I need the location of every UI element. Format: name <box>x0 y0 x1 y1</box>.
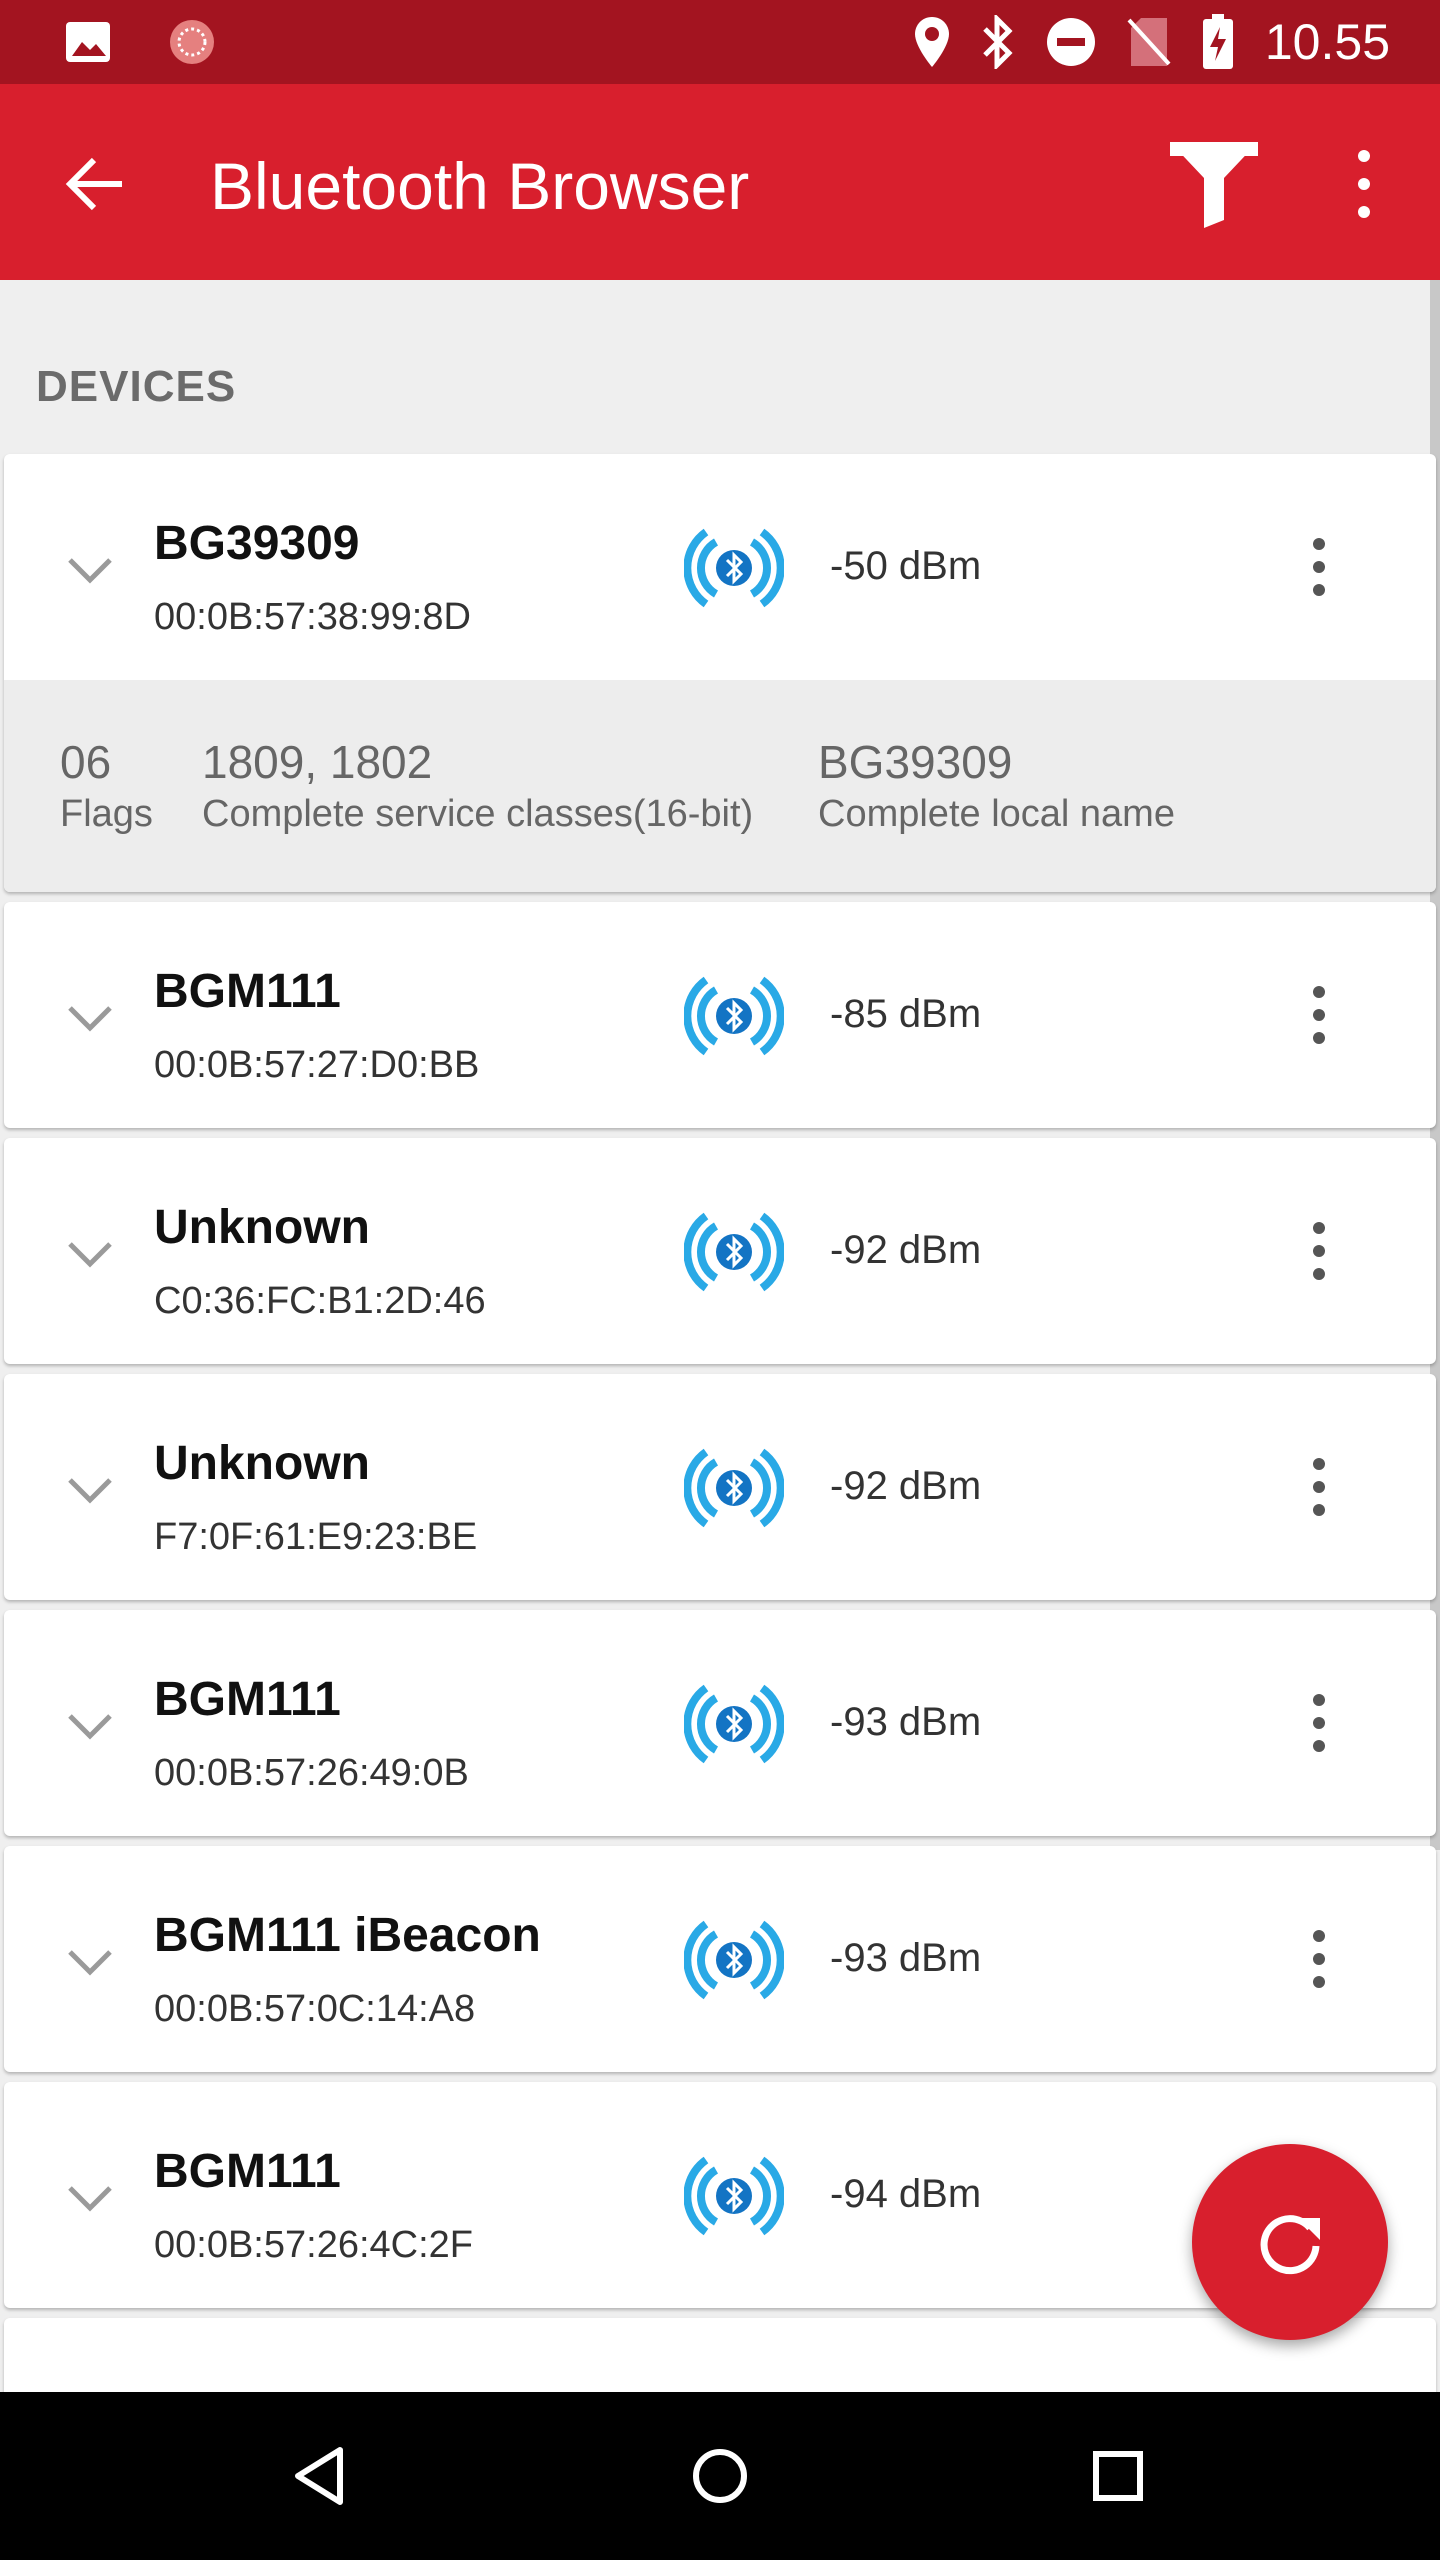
more-vert-icon <box>1294 1222 1344 1290</box>
device-rssi: -92 dBm <box>830 1228 982 1272</box>
device-rssi: -85 dBm <box>830 992 982 1036</box>
device-name: BGM111 <box>154 1673 341 1726</box>
navigation-bar <box>0 2392 1440 2560</box>
device-mac-address: 00:0B:57:0C:14:A8 <box>154 1988 476 2030</box>
more-vert-icon <box>1294 1694 1344 1762</box>
device-card[interactable]: BGM111 00:0B:57:27:D0:BB -85 dBm <box>4 902 1436 1128</box>
chevron-down-icon[interactable] <box>60 988 120 1048</box>
location-icon <box>913 15 951 69</box>
do-not-disturb-icon <box>1045 16 1097 68</box>
filter-button[interactable] <box>1168 136 1260 228</box>
device-name: BGM111 <box>154 965 341 1018</box>
bluetooth-signal-icon <box>683 1438 785 1538</box>
device-row[interactable]: BG39309 00:0B:57:38:99:8D -50 dBm <box>4 454 1436 680</box>
device-row[interactable]: Unknown C0:36:FC:B1:2D:46 -92 dBm <box>4 1138 1436 1364</box>
overflow-menu-button[interactable] <box>1336 144 1392 224</box>
device-card[interactable]: BG39309 00:0B:57:38:99:8D -50 dBm 06 Flags 18… <box>4 454 1436 892</box>
device-rssi: -93 dBm <box>830 1936 982 1980</box>
device-mac-address: 00:0B:57:26:4C:2F <box>154 2224 473 2266</box>
chevron-down-icon[interactable] <box>60 1460 120 1520</box>
device-name: Unknown <box>154 1201 370 1254</box>
device-name: BGM111 <box>154 2145 341 2198</box>
device-list-container[interactable]: DEVICES BG39309 00:0B:57:38:99:8D -50 dBm 0… <box>0 280 1440 2392</box>
device-mac-address: 00:0B:57:27:D0:BB <box>154 1044 480 1086</box>
status-time: 10.55 <box>1264 14 1390 70</box>
gallery-icon <box>64 20 112 64</box>
advertisement-label: Complete service classes(16-bit) <box>202 793 754 835</box>
device-name: BGM111 iBeacon <box>154 1909 541 1962</box>
device-mac-address: F7:0F:61:E9:23:BE <box>154 1516 478 1558</box>
device-rssi: -94 dBm <box>830 2172 982 2216</box>
device-rssi: -92 dBm <box>830 1464 982 1508</box>
device-mac-address: 00:0B:57:26:49:0B <box>154 1752 469 1794</box>
page-title: Bluetooth Browser <box>210 149 750 223</box>
chevron-down-icon[interactable] <box>60 1224 120 1284</box>
device-card[interactable]: BGM111 iBeacon 00:0B:57:0C:14:A8 -93 dBm <box>4 1846 1436 2072</box>
section-title: DEVICES <box>36 362 237 411</box>
device-name: BG39309 <box>154 517 360 570</box>
more-vert-icon <box>1358 150 1370 218</box>
advertisement-field: 1809, 1802 Complete service classes(16-bi… <box>202 734 753 838</box>
device-row[interactable]: BGM111 iBeacon 00:0B:57:0C:14:A8 -93 dBm <box>4 1846 1436 2072</box>
bluetooth-signal-icon <box>683 1910 785 2010</box>
home-circle-icon <box>693 2449 747 2503</box>
nav-recents-button[interactable] <box>1078 2436 1158 2516</box>
filter-icon <box>1170 142 1258 228</box>
more-vert-icon <box>1294 1930 1344 1998</box>
back-button[interactable] <box>60 148 132 220</box>
device-rssi: -93 dBm <box>830 1700 982 1744</box>
bluetooth-icon <box>981 15 1015 69</box>
nav-home-button[interactable] <box>680 2436 760 2516</box>
nav-back-button[interactable] <box>282 2436 362 2516</box>
advertisement-details: 06 Flags 1809, 1802 Complete service classe… <box>4 680 1436 892</box>
device-mac-address: C0:36:FC:B1:2D:46 <box>154 1280 486 1322</box>
device-row[interactable]: BGM111 00:0B:57:27:D0:BB -85 dBm <box>4 902 1436 1128</box>
device-more-button[interactable] <box>1294 1688 1344 1758</box>
battery-charging-icon <box>1201 13 1235 71</box>
chevron-down-icon[interactable] <box>60 1932 120 1992</box>
chevron-down-icon[interactable] <box>60 1696 120 1756</box>
advertisement-value: 1809, 1802 <box>202 736 433 788</box>
advertisement-value: BG39309 <box>818 736 1013 788</box>
back-triangle-icon <box>295 2447 343 2505</box>
bluetooth-signal-icon <box>683 1202 785 1302</box>
device-card[interactable]: Unknown C0:36:FC:B1:2D:46 -92 dBm <box>4 1138 1436 1364</box>
chevron-down-icon[interactable] <box>60 2168 120 2228</box>
device-rssi: -50 dBm <box>830 544 982 588</box>
device-card-partial[interactable] <box>4 2318 1436 2392</box>
device-card[interactable]: BGM111 00:0B:57:26:49:0B -93 dBm <box>4 1610 1436 1836</box>
device-card[interactable]: Unknown F7:0F:61:E9:23:BE -92 dBm <box>4 1374 1436 1600</box>
app-bar: Bluetooth Browser <box>0 84 1440 280</box>
refresh-button[interactable] <box>1192 2144 1388 2340</box>
refresh-icon <box>1260 2215 1320 2275</box>
device-row[interactable]: Unknown F7:0F:61:E9:23:BE -92 dBm <box>4 1374 1436 1600</box>
no-sim-icon <box>1127 16 1171 68</box>
status-bar: 10.55 <box>0 0 1440 84</box>
device-more-button[interactable] <box>1294 532 1344 602</box>
bluetooth-signal-icon <box>683 518 785 618</box>
device-more-button[interactable] <box>1294 1216 1344 1286</box>
arrow-back-icon <box>65 157 122 211</box>
more-vert-icon <box>1294 538 1344 606</box>
device-list: BG39309 00:0B:57:38:99:8D -50 dBm 06 Flags 18… <box>4 454 1436 2392</box>
advertisement-field: 06 Flags <box>60 734 153 838</box>
device-mac-address: 00:0B:57:38:99:8D <box>154 596 471 638</box>
device-more-button[interactable] <box>1294 1924 1344 1994</box>
more-vert-icon <box>1294 986 1344 1054</box>
device-more-button[interactable] <box>1294 980 1344 1050</box>
bluetooth-signal-icon <box>683 1674 785 1774</box>
advertisement-label: Flags <box>60 793 153 835</box>
bluetooth-signal-icon <box>683 966 785 1066</box>
more-vert-icon <box>1294 1458 1344 1526</box>
bluetooth-signal-icon <box>683 2146 785 2246</box>
advertisement-field: BG39309 Complete local name <box>818 734 1175 838</box>
advertisement-value: 06 <box>60 736 112 788</box>
recents-square-icon <box>1093 2451 1143 2501</box>
device-row[interactable]: BGM111 00:0B:57:26:49:0B -93 dBm <box>4 1610 1436 1836</box>
chevron-down-icon[interactable] <box>60 540 120 600</box>
advertisement-label: Complete local name <box>818 793 1175 835</box>
app-loader-icon <box>166 16 218 68</box>
device-more-button[interactable] <box>1294 1452 1344 1522</box>
device-name: Unknown <box>154 1437 370 1490</box>
